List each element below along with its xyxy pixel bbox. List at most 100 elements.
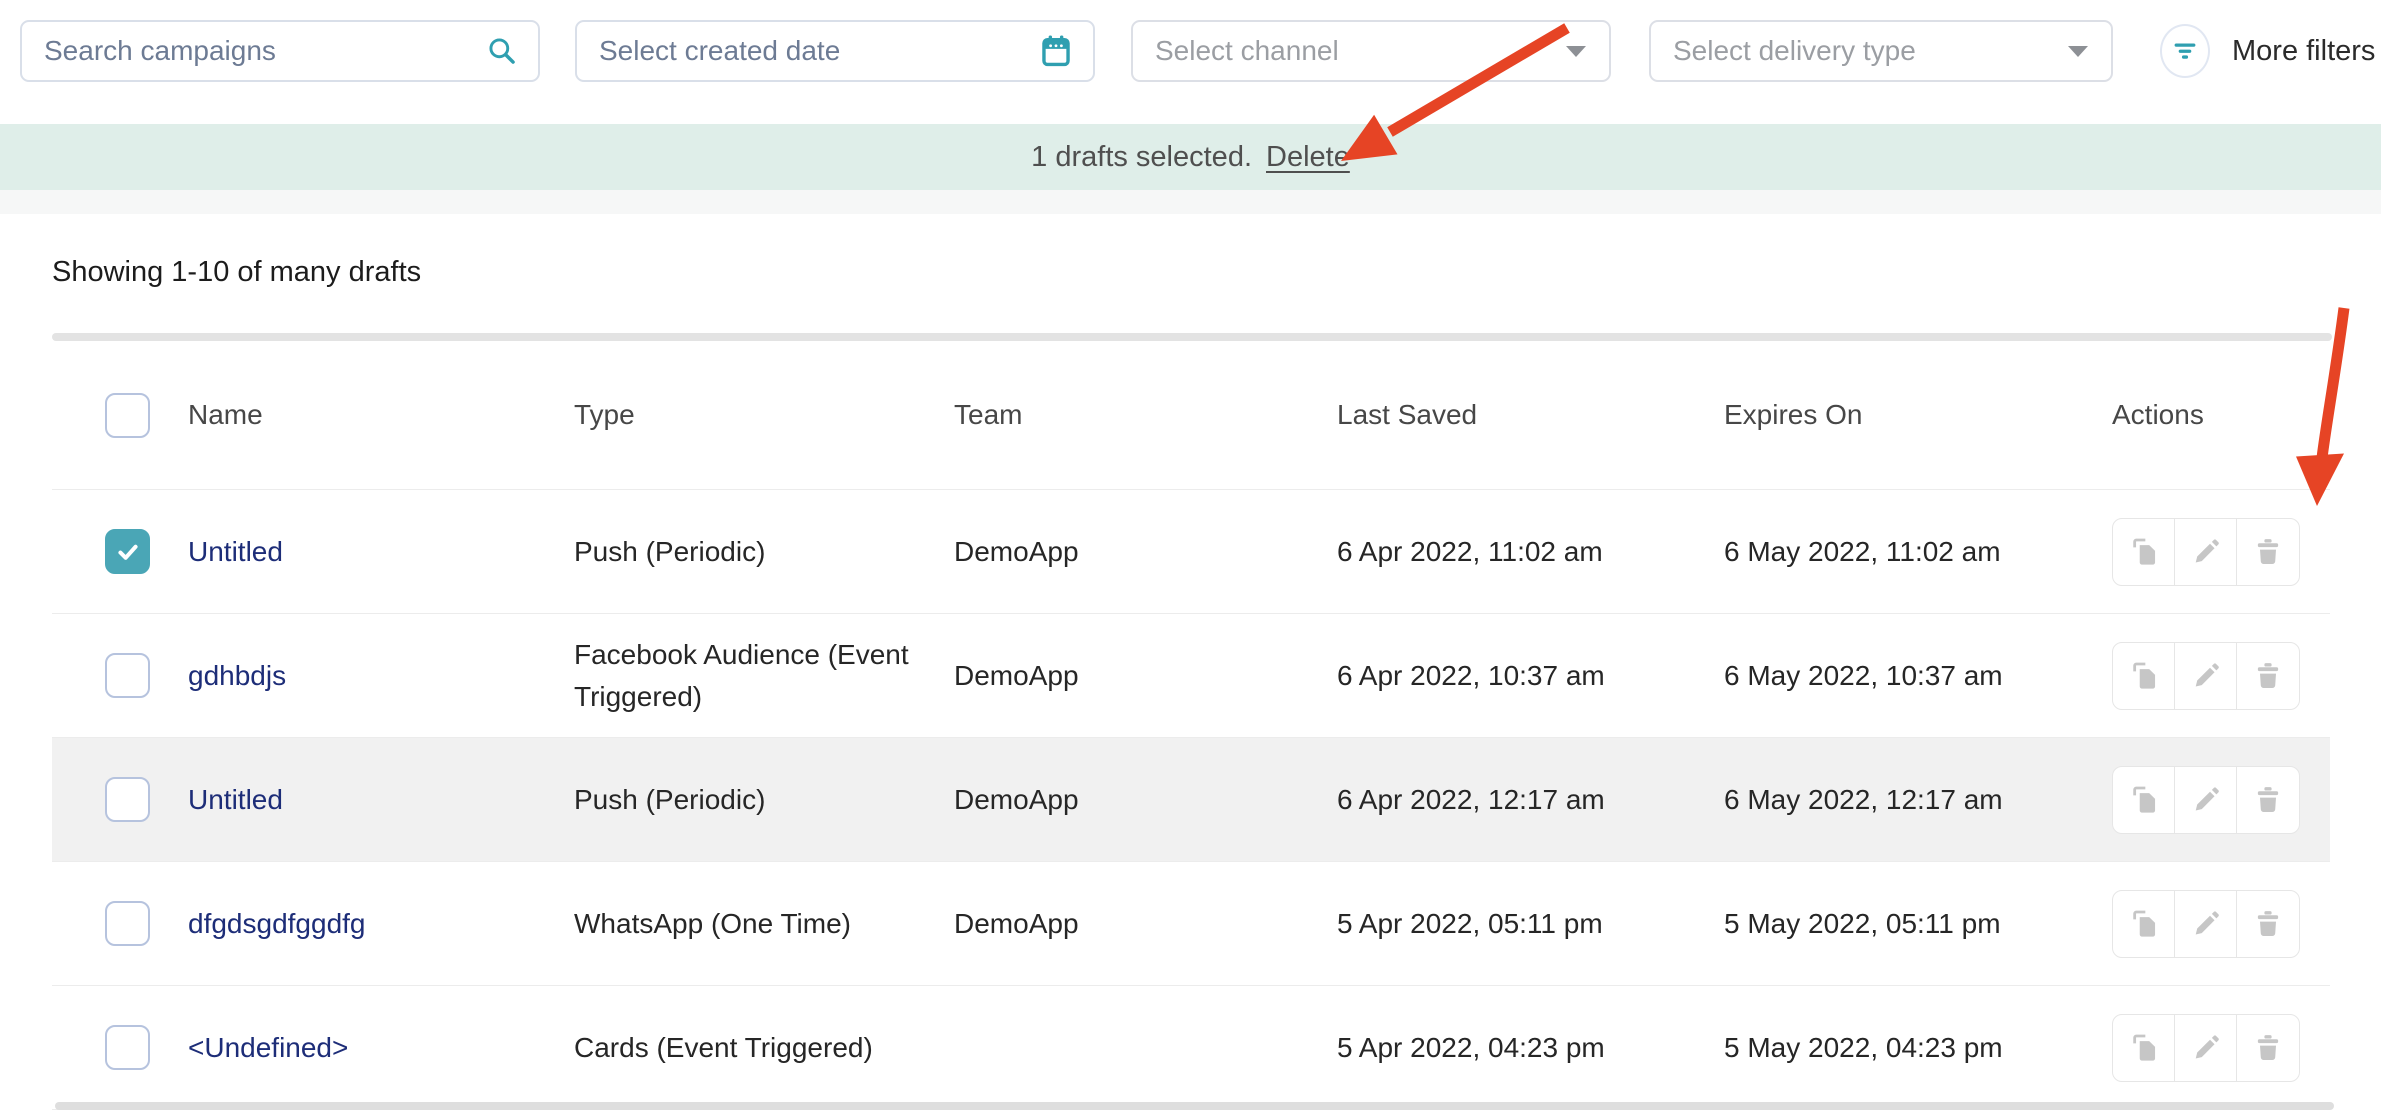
column-header-type: Type — [574, 394, 954, 436]
row-last-saved: 6 Apr 2022, 11:02 am — [1337, 531, 1724, 573]
duplicate-button[interactable] — [2112, 766, 2176, 834]
copy-icon — [2128, 536, 2160, 568]
pencil-icon — [2190, 660, 2222, 692]
filter-icon — [2160, 24, 2210, 78]
row-type: WhatsApp (One Time) — [574, 903, 851, 945]
list-summary: Showing 1-10 of many drafts — [52, 256, 421, 289]
row-team: DemoApp — [954, 531, 1337, 573]
row-expires-on: 6 May 2022, 10:37 am — [1724, 655, 2112, 697]
copy-icon — [2128, 908, 2160, 940]
trash-icon — [2252, 1032, 2284, 1064]
more-filters-button[interactable]: More filters — [2160, 22, 2375, 80]
table-body: Untitled Push (Periodic) DemoApp 6 Apr 2… — [52, 490, 2330, 1110]
row-actions — [2112, 766, 2300, 834]
chevron-down-icon — [2067, 45, 2089, 58]
drafts-table: Name Type Team Last Saved Expires On Act… — [52, 341, 2330, 1110]
row-last-saved: 5 Apr 2022, 04:23 pm — [1337, 1027, 1724, 1069]
more-filters-label: More filters — [2232, 35, 2375, 68]
row-name-link[interactable]: gdhbdjs — [188, 660, 286, 691]
banner-bottom-strip — [0, 190, 2381, 214]
checkmark-icon — [114, 538, 142, 566]
delivery-type-select[interactable]: Select delivery type — [1649, 20, 2113, 82]
table-bottom-divider — [55, 1102, 2334, 1110]
selection-banner: 1 drafts selected. Delete — [0, 124, 2381, 190]
delete-button[interactable] — [2236, 766, 2300, 834]
delivery-type-select-value: Select delivery type — [1651, 35, 2067, 67]
table-top-divider — [52, 333, 2332, 341]
row-name-link[interactable]: dfgdsgdfggdfg — [188, 908, 366, 939]
search-input[interactable] — [22, 22, 486, 80]
copy-icon — [2128, 784, 2160, 816]
row-team: DemoApp — [954, 655, 1337, 697]
row-type: Push (Periodic) — [574, 779, 765, 821]
delete-button[interactable] — [2236, 518, 2300, 586]
edit-button[interactable] — [2174, 642, 2238, 710]
row-team: DemoApp — [954, 779, 1337, 821]
calendar-icon[interactable] — [1039, 33, 1073, 69]
pencil-icon — [2190, 536, 2222, 568]
edit-button[interactable] — [2174, 766, 2238, 834]
delete-button[interactable] — [2236, 642, 2300, 710]
trash-icon — [2252, 536, 2284, 568]
row-checkbox[interactable] — [105, 901, 150, 946]
table-row: gdhbdjs Facebook Audience (Event Trigger… — [52, 614, 2330, 738]
delete-button[interactable] — [2236, 890, 2300, 958]
row-expires-on: 5 May 2022, 04:23 pm — [1724, 1027, 2112, 1069]
row-expires-on: 6 May 2022, 12:17 am — [1724, 779, 2112, 821]
column-header-actions: Actions — [2112, 394, 2330, 436]
row-checkbox[interactable] — [105, 777, 150, 822]
table-header-row: Name Type Team Last Saved Expires On Act… — [52, 341, 2330, 490]
column-header-name: Name — [188, 394, 574, 436]
created-date-field[interactable] — [575, 20, 1095, 82]
table-row: Untitled Push (Periodic) DemoApp 6 Apr 2… — [52, 738, 2330, 862]
row-checkbox[interactable] — [105, 653, 150, 698]
table-row: Untitled Push (Periodic) DemoApp 6 Apr 2… — [52, 490, 2330, 614]
pencil-icon — [2190, 784, 2222, 816]
filter-bar: Select channel Select delivery type More… — [0, 0, 2381, 124]
column-header-last-saved: Last Saved — [1337, 394, 1724, 436]
row-name-link[interactable]: Untitled — [188, 784, 283, 815]
row-actions — [2112, 1014, 2300, 1082]
channel-select-value: Select channel — [1133, 35, 1565, 67]
edit-button[interactable] — [2174, 518, 2238, 586]
row-actions — [2112, 518, 2300, 586]
row-type: Push (Periodic) — [574, 531, 765, 573]
trash-icon — [2252, 784, 2284, 816]
row-team: DemoApp — [954, 903, 1337, 945]
row-expires-on: 5 May 2022, 05:11 pm — [1724, 903, 2112, 945]
row-name-link[interactable]: Untitled — [188, 536, 283, 567]
copy-icon — [2128, 660, 2160, 692]
selection-count-text: 1 drafts selected. — [1031, 141, 1252, 174]
duplicate-button[interactable] — [2112, 890, 2176, 958]
copy-icon — [2128, 1032, 2160, 1064]
row-checkbox[interactable] — [105, 529, 150, 574]
select-all-checkbox[interactable] — [105, 393, 150, 438]
campaign-drafts-page: Select channel Select delivery type More… — [0, 0, 2381, 1113]
created-date-input[interactable] — [577, 22, 1039, 80]
pencil-icon — [2190, 1032, 2222, 1064]
row-actions — [2112, 642, 2300, 710]
duplicate-button[interactable] — [2112, 1014, 2176, 1082]
column-header-expires-on: Expires On — [1724, 394, 2112, 436]
search-campaigns-field[interactable] — [20, 20, 540, 82]
row-expires-on: 6 May 2022, 11:02 am — [1724, 531, 2112, 573]
search-icon[interactable] — [486, 35, 518, 67]
row-type: Cards (Event Triggered) — [574, 1027, 873, 1069]
row-last-saved: 5 Apr 2022, 05:11 pm — [1337, 903, 1724, 945]
edit-button[interactable] — [2174, 890, 2238, 958]
delete-button[interactable] — [2236, 1014, 2300, 1082]
channel-select[interactable]: Select channel — [1131, 20, 1611, 82]
table-row: <Undefined> Cards (Event Triggered) 5 Ap… — [52, 986, 2330, 1110]
trash-icon — [2252, 908, 2284, 940]
duplicate-button[interactable] — [2112, 642, 2176, 710]
row-type: Facebook Audience (Event Triggered) — [574, 634, 924, 718]
edit-button[interactable] — [2174, 1014, 2238, 1082]
table-row: dfgdsgdfggdfg WhatsApp (One Time) DemoAp… — [52, 862, 2330, 986]
column-header-team: Team — [954, 394, 1337, 436]
row-checkbox[interactable] — [105, 1025, 150, 1070]
chevron-down-icon — [1565, 45, 1587, 58]
delete-selected-link[interactable]: Delete — [1266, 141, 1350, 174]
trash-icon — [2252, 660, 2284, 692]
duplicate-button[interactable] — [2112, 518, 2176, 586]
row-name-link[interactable]: <Undefined> — [188, 1032, 348, 1063]
